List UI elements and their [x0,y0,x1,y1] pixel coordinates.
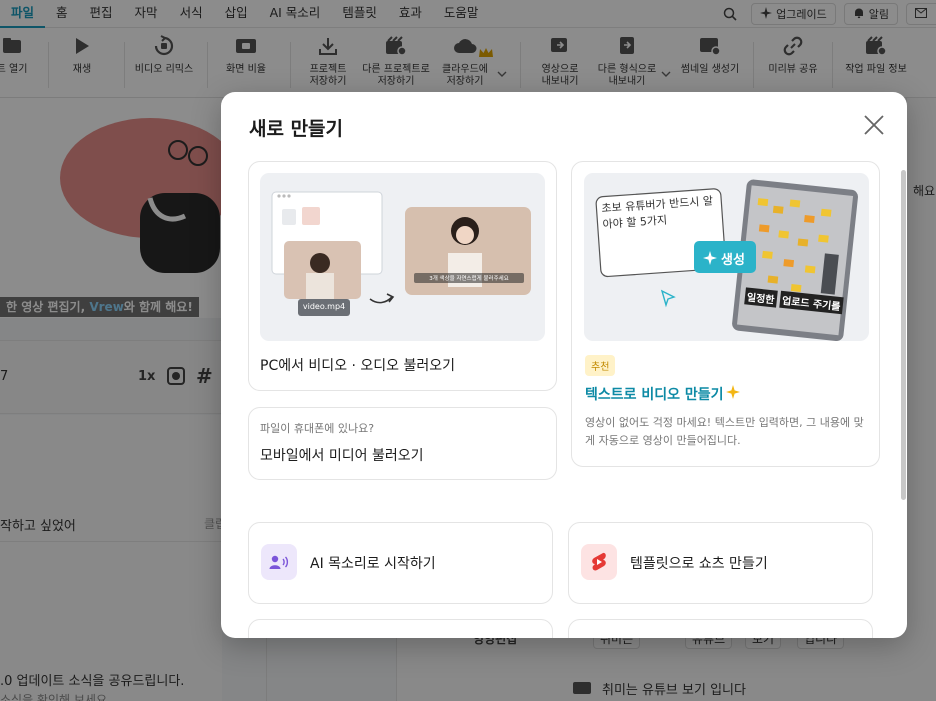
more-option-card[interactable] [568,619,873,638]
mobile-import-subtitle: 파일이 휴대폰에 있나요? [260,422,375,435]
mobile-import-title: 모바일에서 미디어 불러오기 [260,448,424,464]
template-shorts-card[interactable]: 템플릿으로 쇼츠 만들기 [568,522,873,604]
text-to-video-title: 텍스트로 비디오 만들기 [585,387,724,403]
template-shorts-title: 템플릿으로 쇼츠 만들기 [630,556,768,572]
new-project-modal: 새로 만들기 3개 색상을 자연스럽게 불러주세요 video.mp4 PC에서… [221,92,907,638]
modal-title: 새로 만들기 [249,118,344,140]
text-to-video-thumbnail: 초보 유튜버가 반드시 알아야 할 5가지 생성 일정한 업로드 주기를 [584,173,869,341]
pc-import-card[interactable]: 3개 색상을 자연스럽게 불러주세요 video.mp4 PC에서 비디오 · … [248,161,557,391]
text-to-video-card[interactable]: 초보 유튜버가 반드시 알아야 할 5가지 생성 일정한 업로드 주기를 추천 … [571,161,880,467]
recommended-badge: 추천 [585,355,616,376]
mobile-import-card[interactable]: 파일이 휴대폰에 있나요? 모바일에서 미디어 불러오기 [248,407,557,480]
generate-button-label: 생성 [721,253,745,268]
more-option-card[interactable] [248,619,553,638]
modal-scrollbar[interactable] [901,170,906,500]
pc-import-thumbnail: 3개 색상을 자연스럽게 불러주세요 video.mp4 [260,173,545,341]
sparkle-icon [726,384,740,403]
image-caption-1: 일정한 [744,287,778,308]
video-file-chip: video.mp4 [302,302,346,311]
ai-voice-card[interactable]: AI 목소리로 시작하기 [248,522,553,604]
thumbnail-caption: 3개 색상을 자연스럽게 불러주세요 [429,276,509,282]
close-icon[interactable] [863,114,885,136]
ai-voice-icon [261,544,297,580]
ai-voice-title: AI 목소리로 시작하기 [310,556,436,572]
shorts-icon [581,544,617,580]
text-to-video-description: 영상이 없어도 걱정 마세요! 텍스트만 입력하면, 그 내용에 맞게 자동으로… [585,416,864,447]
pc-import-title: PC에서 비디오 · 오디오 불러오기 [260,358,456,374]
